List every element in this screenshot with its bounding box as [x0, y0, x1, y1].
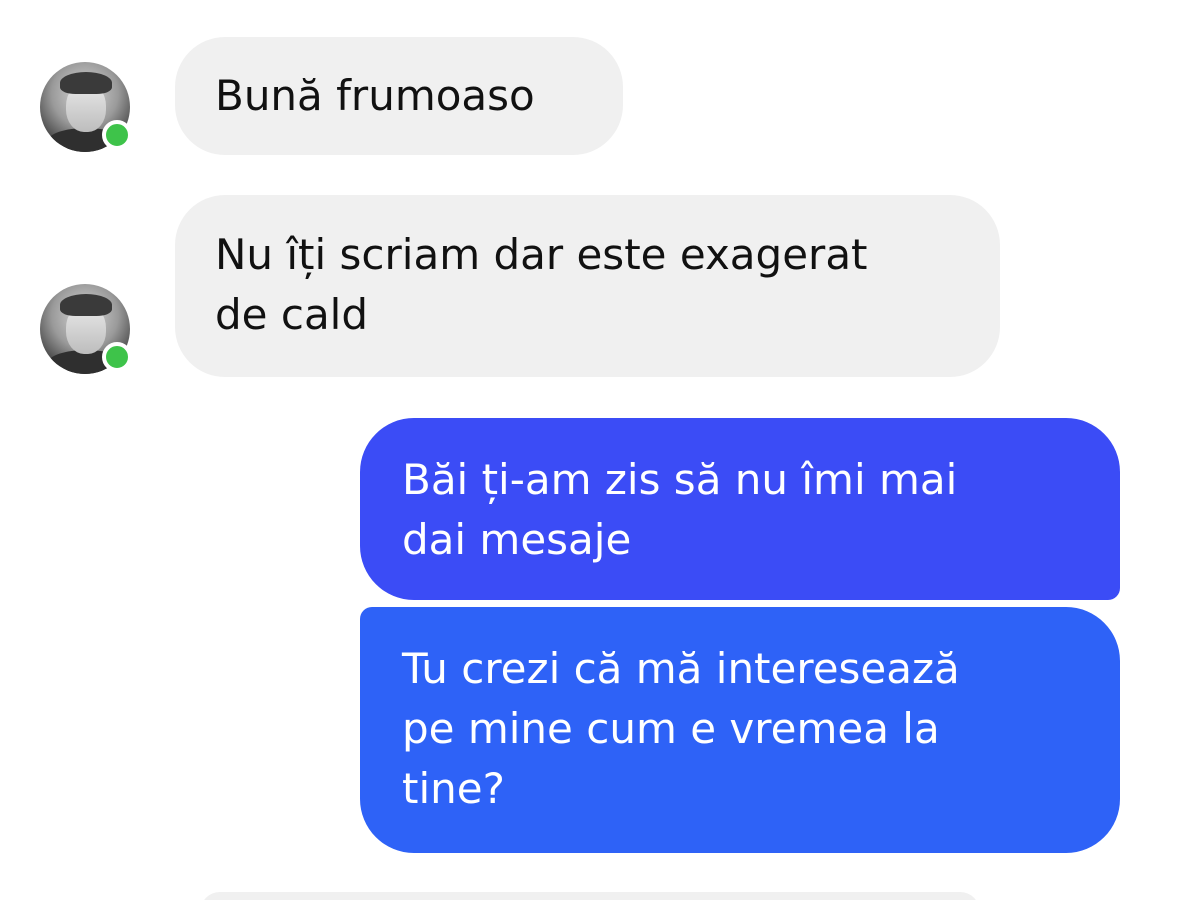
message-text-line: Nu îți scriam dar este exagerat [215, 230, 868, 279]
incoming-message[interactable]: Bună frumoaso [175, 37, 623, 155]
outgoing-message[interactable]: Tu crezi că mă interesează pe mine cum e… [360, 607, 1120, 853]
message-text-line: dai mesaje [402, 515, 632, 564]
incoming-message[interactable]: Nu îți scriam dar este exagerat de cald [175, 195, 1000, 377]
message-text-line: tine? [402, 764, 505, 813]
message-text: Bună frumoaso [215, 71, 535, 120]
contact-avatar[interactable] [40, 62, 132, 152]
online-status-icon [102, 120, 132, 150]
online-status-icon [102, 342, 132, 372]
incoming-message-partial[interactable] [200, 892, 980, 900]
outgoing-message[interactable]: Băi ți-am zis să nu îmi mai dai mesaje [360, 418, 1120, 600]
contact-avatar[interactable] [40, 284, 132, 374]
chat-thread: Bună frumoaso Nu îți scriam dar este exa… [0, 0, 1200, 900]
message-text-line: pe mine cum e vremea la [402, 704, 940, 753]
message-text-line: de cald [215, 290, 369, 339]
message-text-line: Băi ți-am zis să nu îmi mai [402, 455, 958, 504]
message-text-line: Tu crezi că mă interesează [402, 644, 960, 693]
